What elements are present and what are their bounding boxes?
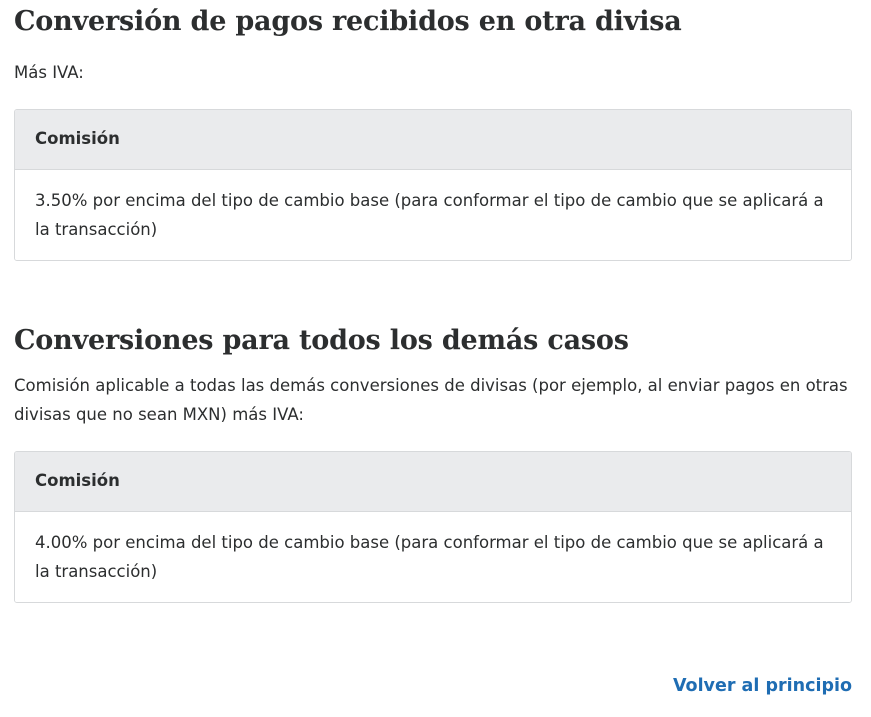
fee-table-cell: 4.00% por encima del tipo de cambio base…	[15, 512, 851, 602]
section-intro: Más IVA:	[14, 63, 84, 82]
section-other-conversions: Conversiones para todos los demás casos …	[14, 323, 852, 603]
fee-page: Conversión de pagos recibidos en otra di…	[0, 0, 871, 717]
section-heading: Conversiones para todos los demás casos	[14, 325, 629, 356]
fee-table-header: Comisión	[15, 452, 851, 512]
section-intro: Comisión aplicable a todas las demás con…	[14, 376, 848, 424]
fee-table-header: Comisión	[15, 110, 851, 170]
fee-table-cell: 3.50% por encima del tipo de cambio base…	[15, 170, 851, 260]
back-to-top-link[interactable]: Volver al principio	[673, 676, 852, 696]
section-heading: Conversión de pagos recibidos en otra di…	[14, 6, 682, 37]
section-received-payments-conversion: Conversión de pagos recibidos en otra di…	[14, 0, 852, 261]
fee-table: Comisión 4.00% por encima del tipo de ca…	[14, 451, 852, 603]
fee-table: Comisión 3.50% por encima del tipo de ca…	[14, 109, 852, 261]
